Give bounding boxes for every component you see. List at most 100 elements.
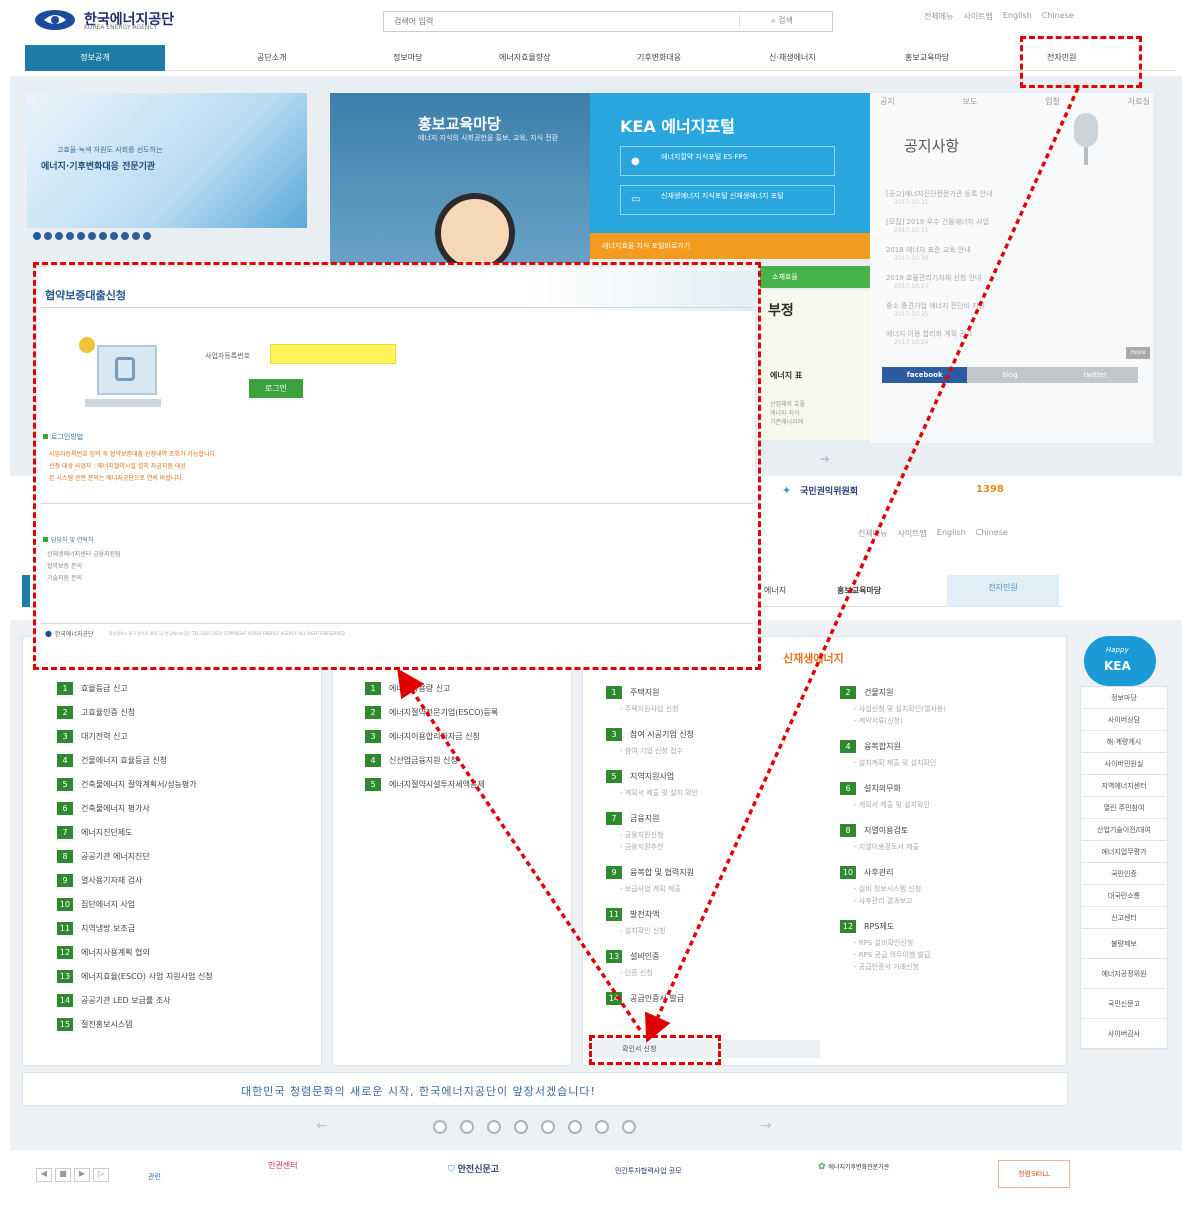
sidebar-menu-item[interactable]: 지역에너지센터: [1081, 775, 1167, 797]
service-item[interactable]: 1 주택지원: [606, 680, 811, 704]
top-link-english[interactable]: English: [1003, 11, 1032, 22]
service-sub-item[interactable]: - 설비 정보시스템 신청: [840, 884, 1045, 894]
sidebar-menu-item[interactable]: 산업기술이전/대여: [1081, 819, 1167, 841]
service-item[interactable]: 13 설비인증: [606, 944, 811, 968]
nav-item-pr[interactable]: 홍보교육마당: [837, 578, 881, 604]
service-item[interactable]: 14 공공기관 LED 보급률 조사: [57, 988, 317, 1012]
service-sub-item[interactable]: - RPS 공급 의무이행 발급: [840, 950, 1045, 960]
sidebar-menu-item[interactable]: 국민인증: [1081, 863, 1167, 885]
carousel-dot[interactable]: [622, 1120, 636, 1134]
left-banner[interactable]: 고효율·녹색 자원도 사회를 선도하는 에너지·기후변화대응 전문기관: [27, 93, 307, 228]
bottom-banner[interactable]: 부정 에너지 표 산업체의 효율 에너지 지식 기존에너지에: [760, 290, 870, 440]
portal-button-renewable[interactable]: ▭ 신재생에너지 지식포털 신재생에너지 포털: [620, 185, 835, 215]
footer-prev-icon[interactable]: ◀: [36, 1168, 52, 1182]
service-item[interactable]: 5 지역지원사업: [606, 764, 811, 788]
sidebar-menu-item[interactable]: 대국민소통: [1081, 885, 1167, 907]
service-item[interactable]: 10 집단에너지 사업: [57, 892, 317, 916]
footer-banner-1[interactable]: 인권센터: [268, 1160, 368, 1190]
banner-dot[interactable]: [132, 232, 140, 240]
footer-play-icon[interactable]: ▶: [74, 1168, 90, 1182]
portal-strip[interactable]: 에너지효율 지식 포털바로가기: [590, 233, 870, 259]
banner-dot[interactable]: [99, 232, 107, 240]
search-input[interactable]: [384, 12, 739, 31]
notice-item[interactable]: [모집] 2018 우수 건물에너지 사업 2017.10.31: [886, 217, 1148, 245]
service-item[interactable]: 14 공급인증서 발급: [606, 986, 811, 1010]
service-item[interactable]: 2 에너지절약전문기업(ESCO)등록: [365, 700, 570, 724]
carousel-prev-arrow[interactable]: ←: [316, 1118, 328, 1134]
sidebar-menu-item[interactable]: 에너지업무평가: [1081, 841, 1167, 863]
sns-tab-facebook[interactable]: facebook: [882, 367, 968, 383]
sidebar-link[interactable]: 에너지공정위원: [1081, 959, 1167, 989]
service-item[interactable]: 5 건축물에너지 절약계획서/성능평가: [57, 772, 317, 796]
footer-banner-2[interactable]: ⛉ 안전신문고: [448, 1162, 568, 1188]
sidebar-menu-item[interactable]: 사이버상담: [1081, 709, 1167, 731]
service-item[interactable]: 4 신산업금융지원 신청: [365, 748, 570, 772]
top-link-chinese[interactable]: Chinese: [1042, 11, 1074, 22]
notice-item[interactable]: 중소 중견기업 에너지 진단비 지원 2017.10.25: [886, 301, 1148, 329]
sidebar-link[interactable]: 불량제보: [1081, 929, 1167, 959]
footer-banner-5[interactable]: 청렴SKILL: [998, 1160, 1070, 1188]
service-sub-item[interactable]: - 사업신청 및 설치확인(열사용): [840, 704, 1045, 714]
notice-item[interactable]: [공고]에너지진단전문기관 등록 안내 2017.10.31: [886, 189, 1148, 217]
carousel-next-arrow[interactable]: →: [760, 1118, 772, 1134]
top-link-all-menu[interactable]: 전체메뉴: [924, 11, 953, 22]
logo[interactable]: 한국에너지공단 KOREA ENERGY AGENCY: [34, 8, 224, 32]
carousel-dot[interactable]: [514, 1120, 528, 1134]
banner-dot[interactable]: [33, 232, 41, 240]
service-item[interactable]: 7 에너지진단제도: [57, 820, 317, 844]
sidebar-menu-item[interactable]: 정보마당: [1081, 687, 1167, 709]
service-item[interactable]: 1 효율등급 신고: [57, 676, 317, 700]
service-item[interactable]: 9 열사용기자재 검사: [57, 868, 317, 892]
service-sub-item[interactable]: - 보급사업 계획 제출: [606, 884, 811, 894]
notice-tab[interactable]: 입찰: [1045, 96, 1060, 107]
carousel-dot[interactable]: [568, 1120, 582, 1134]
service-sub-item[interactable]: - 계획서 제출 및 설치 확인: [606, 788, 811, 798]
service-item[interactable]: 9 융복합 및 협력지원: [606, 860, 811, 884]
sns-tab-twitter[interactable]: twitter: [1052, 367, 1138, 383]
search-button[interactable]: ⌕ 검색: [739, 15, 824, 28]
service-item[interactable]: 2 건물지원: [840, 680, 1045, 704]
notice-tab[interactable]: 보도: [963, 96, 978, 107]
banner-indicator-dots[interactable]: document.write(Array.from({length:11}).m…: [33, 232, 293, 242]
service-sub-item[interactable]: - 금융지원신청: [606, 830, 811, 840]
nav-item-disclosure[interactable]: 정보공개: [25, 45, 165, 71]
service-item[interactable]: 3 에너지이용합리화자금 신청: [365, 724, 570, 748]
banner-dot[interactable]: [110, 232, 118, 240]
service-sub-item[interactable]: - 계약서류(신청): [840, 716, 1045, 726]
top-link-sitemap[interactable]: 사이트맵: [897, 528, 926, 539]
service-item[interactable]: 8 공공기관 에너지진단: [57, 844, 317, 868]
footer-next-icon[interactable]: ▷: [93, 1168, 109, 1182]
sidebar-menu-item[interactable]: 해·계량게시: [1081, 731, 1167, 753]
footer-banner-4[interactable]: ✿ 에너지기후변화전문기관: [818, 1162, 938, 1188]
banner-dot[interactable]: [66, 232, 74, 240]
service-sub-item[interactable]: - 지열이용검토서 제출: [840, 842, 1045, 852]
sns-tab-blog[interactable]: blog: [967, 367, 1053, 383]
service-sub-item[interactable]: - RPS 설비확인신청: [840, 938, 1045, 948]
service-item[interactable]: 6 설치의무화: [840, 776, 1045, 800]
hotline-banner[interactable]: 1398: [976, 484, 1086, 504]
service-item[interactable]: 11 지역냉방 보조금: [57, 916, 317, 940]
banner-dot[interactable]: [121, 232, 129, 240]
banner-dot[interactable]: [77, 232, 85, 240]
service-item[interactable]: 12 RPS제도: [840, 914, 1045, 938]
service-item[interactable]: 13 에너지효율(ESCO) 사업 지원사업 신청: [57, 964, 317, 988]
service-sub-item[interactable]: - 사후관리 결과보고: [840, 896, 1045, 906]
notice-item[interactable]: 2018 에너지 표준 교육 안내 2017.10.30: [886, 245, 1148, 273]
service-sub-item[interactable]: - 계획서 제출 및 설치확인: [840, 800, 1045, 810]
service-item[interactable]: 3 대기전력 신고: [57, 724, 317, 748]
sidebar-link[interactable]: 사이버감사: [1081, 1019, 1167, 1049]
service-item[interactable]: 4 건물에너지 효율등급 신청: [57, 748, 317, 772]
nav-item-e-civil[interactable]: 전자민원: [947, 575, 1059, 607]
top-link-chinese[interactable]: Chinese: [976, 528, 1008, 539]
nav-item-renewable[interactable]: 신·재생에너지: [769, 45, 816, 71]
nav-item-climate[interactable]: 기후변화대응: [637, 45, 681, 71]
notice-tab[interactable]: 공지: [880, 96, 895, 107]
notice-tab[interactable]: 자료실: [1128, 96, 1150, 107]
nav-item-efficiency[interactable]: 에너지효율향상: [499, 45, 551, 71]
service-item[interactable]: 8 지열이용검토: [840, 818, 1045, 842]
kea-badge[interactable]: Happy KEA: [1084, 632, 1156, 688]
top-link-english[interactable]: English: [937, 528, 966, 539]
top-link-all-menu[interactable]: 전체메뉴: [858, 528, 887, 539]
banner-next-arrow[interactable]: ➜: [820, 452, 830, 466]
service-item[interactable]: 11 발전차액: [606, 902, 811, 926]
